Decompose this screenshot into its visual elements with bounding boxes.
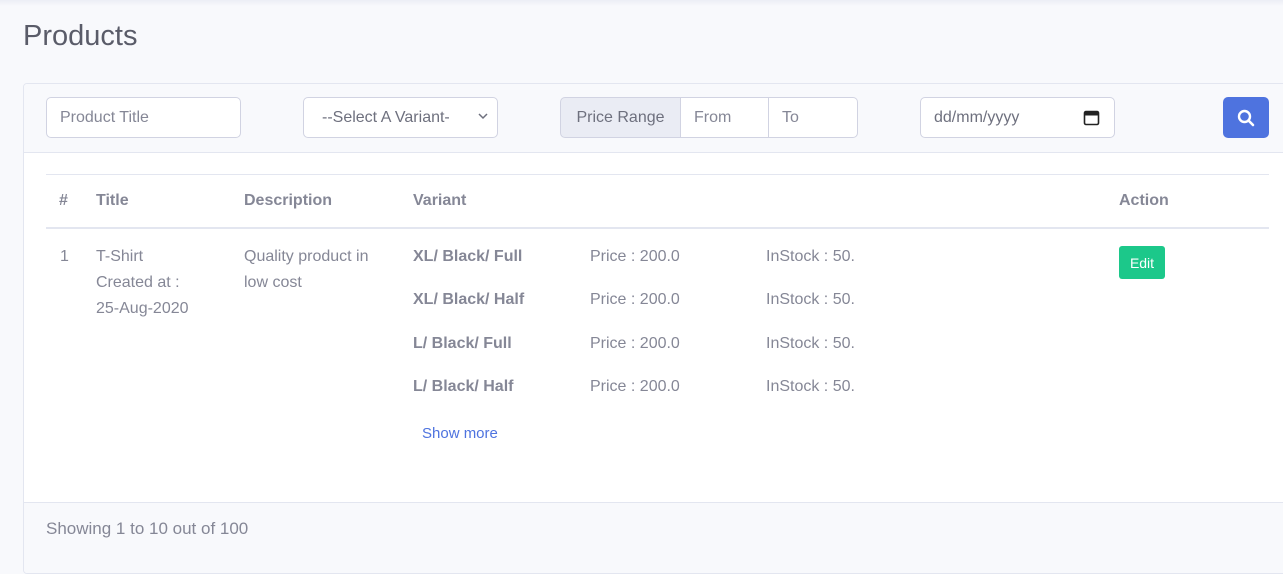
products-table: # Title Description Variant Action 1 T-S… [46,174,1269,499]
price-to-input[interactable]: To [769,97,858,138]
variant-price: Price : 200.0 [590,335,680,352]
page-title: Products [23,20,138,52]
search-icon [1237,109,1255,126]
row-number: 1 [60,248,69,265]
variant-select-value: --Select A Variant- [322,108,450,126]
search-button[interactable] [1223,97,1269,138]
card-footer: Showing 1 to 10 out of 100 [24,502,1283,573]
table-header: # Title Description Variant Action [46,174,1269,229]
chevron-down-icon [478,113,488,120]
variant-price: Price : 200.0 [590,291,680,308]
variant-name: L/ Black/ Full [413,335,512,352]
product-description: Quality product in low cost [244,248,369,291]
date-placeholder: dd/mm/yyyy [934,108,1020,126]
topbar-shadow [0,0,1283,6]
product-title: T-Shirt [96,248,144,265]
variant-row: L/ Black/ Full Price : 200.0 InStock : 5… [413,331,1013,357]
price-from-placeholder: From [694,108,732,126]
product-title-placeholder: Product Title [60,108,149,126]
show-more-link[interactable]: Show more [422,425,498,442]
product-title-input[interactable]: Product Title [46,97,241,138]
calendar-icon[interactable] [1083,109,1100,126]
header-number: # [59,192,68,209]
filter-bar: Product Title --Select A Variant- Price … [24,84,1283,153]
pagination-summary: Showing 1 to 10 out of 100 [46,519,249,538]
variant-row: XL/ Black/ Half Price : 200.0 InStock : … [413,287,1013,313]
price-from-input[interactable]: From [681,97,769,138]
variant-select[interactable]: --Select A Variant- [303,97,498,138]
variant-name: XL/ Black/ Full [413,248,523,265]
variant-stock: InStock : 50. [766,335,855,352]
edit-button[interactable]: Edit [1119,246,1165,279]
created-date: 25-Aug-2020 [96,300,189,317]
price-range-label: Price Range [560,97,681,138]
variant-name: L/ Black/ Half [413,378,514,395]
header-title: Title [96,192,129,209]
variant-row: L/ Black/ Half Price : 200.0 InStock : 5… [413,374,1013,400]
variant-price: Price : 200.0 [590,378,680,395]
price-range-group: Price Range From To [560,97,858,138]
header-variant: Variant [413,192,467,209]
table-row: 1 T-Shirt Created at : 25-Aug-2020 Quali… [46,229,1269,499]
created-label: Created at : [96,274,180,291]
header-action: Action [1119,192,1169,209]
date-input[interactable]: dd/mm/yyyy [920,97,1115,138]
variant-row: XL/ Black/ Full Price : 200.0 InStock : … [413,244,1013,270]
header-description: Description [244,192,333,209]
variant-stock: InStock : 50. [766,248,855,265]
products-card: Product Title --Select A Variant- Price … [23,83,1283,574]
price-to-placeholder: To [782,108,799,126]
variant-stock: InStock : 50. [766,378,855,395]
row-title-cell: T-Shirt Created at : 25-Aug-2020 [96,244,226,322]
variant-stock: InStock : 50. [766,291,855,308]
variant-name: XL/ Black/ Half [413,291,525,308]
variant-price: Price : 200.0 [590,248,680,265]
